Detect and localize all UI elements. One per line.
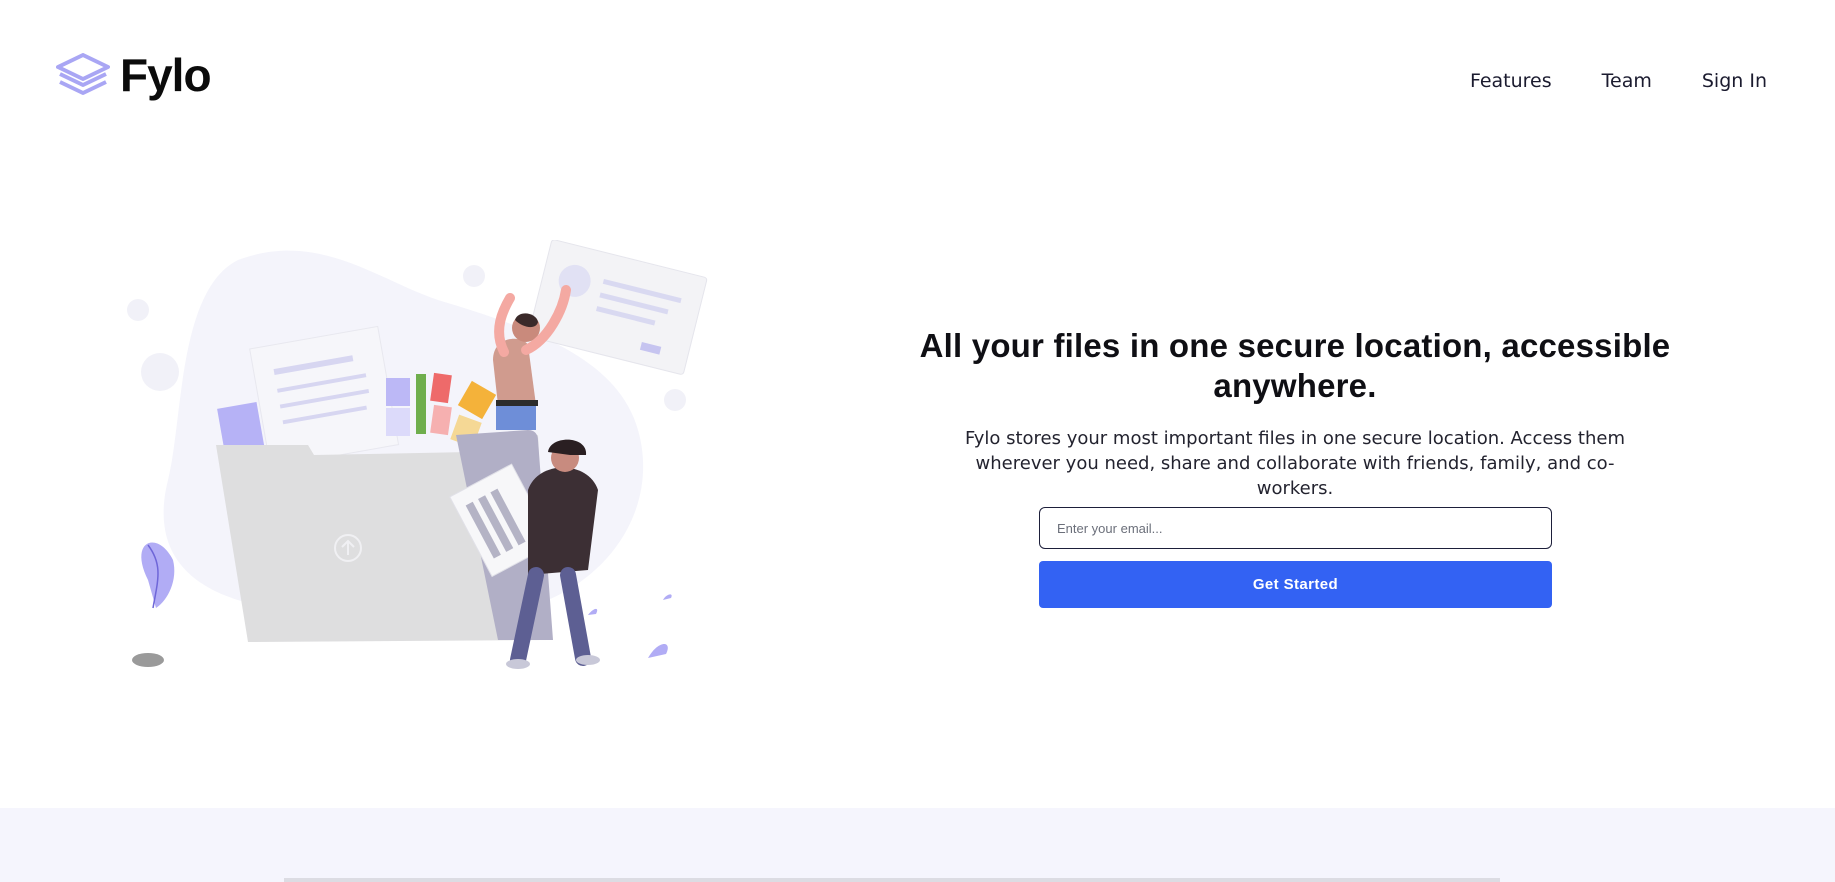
hero-description: Fylo stores your most important files in… — [965, 428, 1625, 499]
signup-form: Get Started — [1039, 507, 1552, 608]
logo[interactable]: Fylo — [56, 49, 212, 101]
layered-stack-icon — [56, 53, 110, 97]
main-nav: Features Team Sign In — [1470, 70, 1767, 92]
hero-content: All your files in one secure location, a… — [900, 326, 1690, 501]
nav-link-team[interactable]: Team — [1602, 70, 1652, 92]
section-divider — [284, 878, 1500, 882]
site-header: Fylo Features Team Sign In — [0, 0, 1835, 160]
hero-title: All your files in one secure location, a… — [919, 327, 1671, 404]
nav-link-sign-in[interactable]: Sign In — [1702, 70, 1767, 92]
features-section-band — [0, 808, 1835, 882]
hero-illustration — [118, 239, 718, 690]
nav-link-features[interactable]: Features — [1470, 70, 1552, 92]
email-input[interactable] — [1039, 507, 1552, 549]
get-started-button[interactable]: Get Started — [1039, 561, 1552, 608]
logo-text: Fylo — [120, 49, 212, 101]
landing-page: Fylo Features Team Sign In All your file… — [0, 0, 1835, 882]
